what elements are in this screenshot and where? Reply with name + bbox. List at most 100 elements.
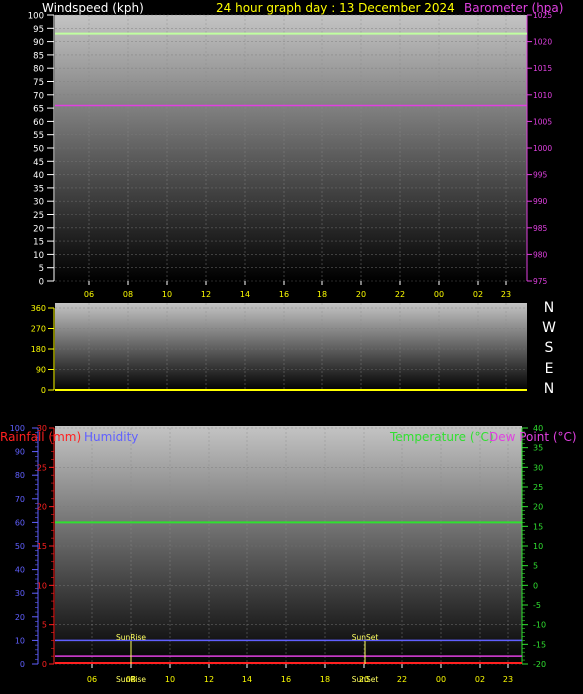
barometer-axis: 975980985990995100010051010101510201025 [526,11,552,286]
tick-label: 95 [33,25,44,35]
tick-label: 0 [39,278,44,288]
tick-label: 180 [31,345,46,354]
tick-label: 12 [204,675,214,684]
sunset-tick-label: SunSet [352,675,379,684]
tick-label: 02 [475,675,485,684]
tick-label: 80 [15,471,25,480]
rainfall-title: Rainfall (mm) [0,430,81,444]
wind-barometer-chart: 0510152025303540455055606570758085909510… [28,1,564,299]
tick-label: 55 [33,131,44,141]
humidity-axis: 0102030405060708090100 [10,424,39,669]
tick-label: 20 [37,503,47,512]
tick-label: -15 [533,640,546,649]
sunrise-tick-label: SunRise [116,675,146,684]
tick-label: 75 [33,78,44,88]
tick-label: 14 [240,290,250,299]
tick-label: 14 [242,675,252,684]
tick-label: 30 [533,463,543,472]
tick-label: 12 [201,290,211,299]
rainfall-axis: 051015202530 [37,424,55,669]
tick-label: 25 [33,211,44,221]
tick-label: 1005 [533,117,552,126]
plot-area-middle [55,303,527,391]
tick-label: 1020 [533,38,552,47]
tick-label: 45 [33,158,44,168]
tick-label: 18 [320,675,330,684]
tick-label: 20 [356,290,366,299]
wind-direction-chart: 090180270360 NWSEN [31,300,556,397]
tick-label: 85 [33,51,44,61]
humidity-title: Humidity [84,430,138,444]
tick-label: 50 [33,145,44,155]
tick-label: 90 [33,38,44,48]
tick-label: 15 [533,522,543,531]
tick-label: 80 [33,65,44,75]
tick-label: 0 [20,660,25,669]
tick-label: 30 [33,198,44,208]
tick-label: 40 [33,171,44,181]
dew-point-title: Dew Point (°C) [489,430,577,444]
tick-label: 10 [15,636,25,645]
temperature-title: Temperature (°C) [389,430,494,444]
tick-label: 15 [37,542,47,551]
windspeed-axis: 0510152025303540455055606570758085909510… [28,12,55,288]
tick-label: 70 [15,495,25,504]
tick-label: 0 [41,386,46,395]
tick-label: 70 [33,91,44,101]
temp-humidity-chart: 0102030405060708090100 051015202530 -20-… [0,424,577,684]
tick-label: 60 [15,518,25,527]
tick-label: 25 [533,483,543,492]
windspeed-title: Windspeed (kph) [42,1,144,15]
tick-label: 20 [533,503,543,512]
tick-label: 10 [162,290,172,299]
sunrise-label: SunRise [116,633,146,642]
tick-label: 360 [31,304,46,313]
tick-label: 16 [279,290,289,299]
tick-label: 90 [15,448,25,457]
barometer-title: Barometer (hpa) [464,1,563,15]
tick-label: 00 [436,675,446,684]
tick-label: 0 [533,581,538,590]
tick-label: 60 [33,118,44,128]
tick-label: 5 [42,621,47,630]
direction-label: E [545,361,554,377]
direction-degree-axis: 0 90 180 270 360 [31,304,55,395]
tick-label: 00 [434,290,444,299]
direction-label: W [542,320,556,336]
tick-label: 02 [473,290,483,299]
tick-label: 23 [501,290,511,299]
tick-label: 5 [533,562,538,571]
tick-label: 20 [33,224,44,234]
tick-label: 16 [281,675,291,684]
tick-label: 975 [533,277,548,286]
tick-label: 990 [533,197,548,206]
tick-label: 5 [39,264,44,274]
tick-label: -5 [533,601,541,610]
tick-label: 1000 [533,144,552,153]
tick-label: 10 [33,251,44,261]
tick-label: 10 [165,675,175,684]
tick-label: 0 [42,660,47,669]
tick-label: 40 [15,566,25,575]
tick-label: 18 [317,290,327,299]
tick-label: 65 [33,105,44,115]
direction-compass-axis: NWSEN [542,300,556,397]
tick-label: 30 [15,589,25,598]
temperature-axis: -20-15-10-50510152025303540 [521,424,546,669]
graph-title: 24 hour graph day : 13 December 2024 [216,1,455,15]
tick-label: 1015 [533,64,552,73]
tick-label: -20 [533,660,546,669]
tick-label: 20 [15,613,25,622]
sunset-label: SunSet [352,633,379,642]
direction-label: N [544,300,554,316]
tick-label: 35 [33,184,44,194]
tick-label: -10 [533,621,546,630]
direction-label: N [544,381,554,397]
weather-graph: 0510152025303540455055606570758085909510… [0,1,577,684]
tick-label: 995 [533,171,548,180]
tick-label: 23 [503,675,513,684]
time-axis-bottom: 06 08 10 12 14 16 18 20 22 00 02 23 [87,664,513,684]
time-axis-top: 06 08 10 12 14 16 18 20 22 00 02 23 [84,281,511,299]
tick-label: 10 [533,542,543,551]
tick-label: 08 [123,290,133,299]
